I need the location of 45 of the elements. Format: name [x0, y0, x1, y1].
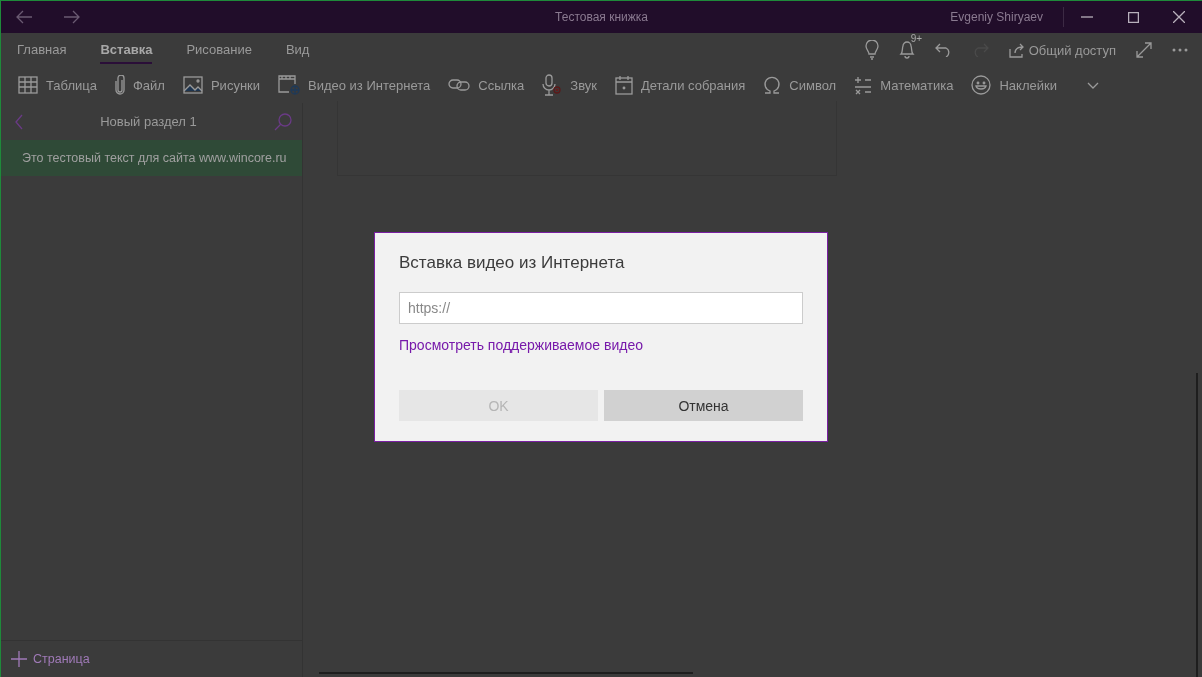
ribbon-tab[interactable]: Рисование — [186, 36, 252, 64]
more-icon[interactable] — [1172, 48, 1188, 52]
add-page-button[interactable]: Страница — [1, 640, 302, 677]
microphone-icon — [542, 74, 563, 96]
ribbon-tab[interactable]: Вид — [285, 36, 310, 64]
toolbar-button[interactable]: Таблица — [18, 76, 97, 94]
url-input-field[interactable]: https:// — [399, 292, 803, 324]
smiley-icon — [971, 75, 992, 95]
toolbar-button[interactable]: Символ — [763, 76, 837, 94]
toolbar-button[interactable]: Наклейки — [971, 75, 1057, 95]
link-icon — [448, 79, 471, 91]
paperclip-icon — [115, 75, 125, 95]
image-icon — [182, 76, 203, 94]
supported-video-link[interactable]: Просмотреть поддерживаемое видео — [399, 337, 643, 353]
forward-arrow-icon[interactable] — [63, 10, 81, 24]
section-title: Новый раздел 1 — [99, 114, 198, 129]
share-button[interactable]: Общий доступ — [1008, 42, 1116, 58]
dialog-title: Вставка видео из Интернета — [399, 253, 626, 273]
share-icon — [1008, 42, 1025, 58]
table-icon — [18, 76, 38, 94]
ribbon-tab[interactable]: Вставка — [100, 36, 153, 64]
page-item[interactable]: Это тестовый текст для сайта www.wincore.ru — [1, 140, 302, 176]
toolbar-button[interactable]: Файл — [115, 75, 165, 95]
ribbon-tab[interactable]: Главная — [17, 36, 67, 64]
toolbar-button[interactable]: Математика — [854, 75, 954, 95]
plus-icon — [11, 651, 27, 667]
toolbar-button[interactable]: Детали собрания — [614, 75, 746, 95]
dialog-button[interactable]: Отмена — [604, 390, 803, 421]
window-title: Тестовая книжка — [555, 10, 648, 24]
toolbar-button[interactable]: Ссылка — [448, 77, 525, 93]
bell-icon[interactable] — [898, 41, 915, 59]
toolbar-button[interactable]: Рисунки — [182, 76, 260, 94]
calendar-icon — [614, 75, 633, 95]
toolbar-button[interactable]: Видео из Интернета — [278, 75, 431, 95]
undo-icon[interactable] — [934, 43, 952, 57]
omega-icon — [763, 76, 782, 94]
user-name[interactable]: Evgeniy Shiryaev — [950, 10, 1043, 24]
math-icon — [854, 75, 873, 95]
expand-icon[interactable] — [1136, 42, 1152, 58]
chevron-down-icon[interactable] — [1086, 81, 1099, 89]
toolbar-button[interactable]: Звук — [542, 74, 597, 96]
notification-count: 9+ — [910, 33, 923, 44]
lightbulb-icon[interactable] — [864, 40, 879, 60]
back-arrow-icon[interactable] — [15, 10, 33, 24]
video-globe-icon — [278, 75, 300, 95]
